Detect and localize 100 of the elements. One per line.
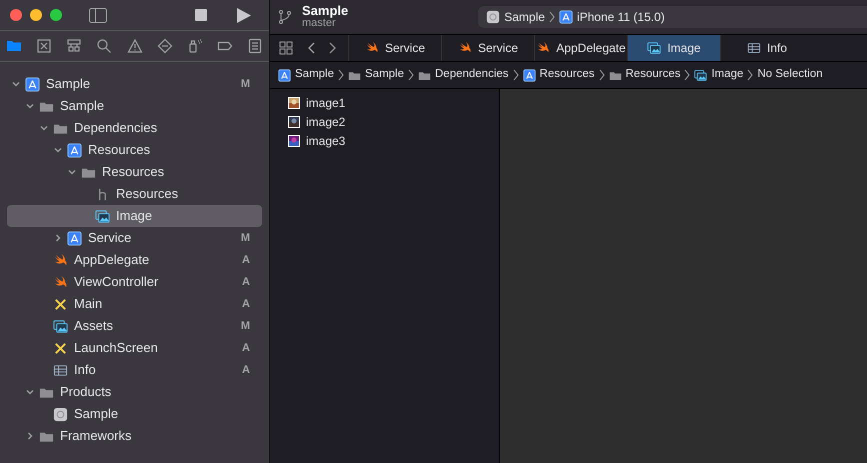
image-set-icon bbox=[95, 208, 110, 224]
breadcrumb-item[interactable]: Sample bbox=[278, 66, 334, 84]
swift-icon bbox=[53, 252, 68, 268]
disclosure-icon[interactable] bbox=[39, 123, 49, 133]
tree-row[interactable]: Resources bbox=[7, 139, 262, 161]
swift-icon bbox=[536, 41, 550, 55]
zoom-button[interactable] bbox=[50, 9, 62, 21]
editor-tab[interactable]: Service bbox=[441, 35, 534, 61]
breadcrumb-item[interactable]: Sample bbox=[348, 66, 404, 84]
tree-row[interactable]: Sample M bbox=[7, 73, 262, 95]
tree-row[interactable]: AppDelegate A bbox=[7, 249, 262, 271]
image-set-icon bbox=[53, 318, 68, 334]
tree-row[interactable]: Image bbox=[7, 205, 262, 227]
folder-icon[interactable] bbox=[6, 38, 22, 54]
forward-icon[interactable] bbox=[328, 42, 336, 54]
disclosure-icon[interactable] bbox=[25, 431, 35, 441]
tree-row[interactable]: Info A bbox=[7, 359, 262, 381]
item-name: Service bbox=[88, 229, 132, 248]
editor-tab[interactable]: Info bbox=[720, 35, 813, 61]
disclosure-icon[interactable] bbox=[67, 167, 77, 177]
item-name: Assets bbox=[74, 317, 114, 336]
report-icon[interactable] bbox=[247, 38, 263, 54]
tree-row[interactable]: Dependencies bbox=[7, 117, 262, 139]
project-icon bbox=[25, 76, 40, 92]
item-name: Sample bbox=[60, 97, 106, 116]
status-letter: A bbox=[242, 362, 250, 378]
tree-row[interactable]: Assets M bbox=[7, 315, 262, 337]
breadcrumb-item[interactable]: Resources bbox=[522, 66, 594, 84]
grid-icon[interactable] bbox=[279, 41, 293, 55]
project-icon bbox=[67, 142, 82, 158]
disclosure-icon[interactable] bbox=[11, 79, 21, 89]
item-name: Sample bbox=[46, 75, 92, 94]
tree-row[interactable]: Service M bbox=[7, 227, 262, 249]
warning-icon[interactable] bbox=[126, 38, 142, 54]
project-icon bbox=[278, 68, 291, 82]
breadcrumb-item[interactable]: Image bbox=[694, 66, 744, 84]
swift-icon bbox=[53, 274, 68, 290]
table-icon bbox=[746, 41, 761, 55]
item-name: AppDelegate bbox=[74, 251, 150, 270]
run-icon[interactable] bbox=[237, 8, 251, 22]
tree-row[interactable]: Main A bbox=[7, 293, 262, 315]
tree-row[interactable]: Resources bbox=[7, 161, 262, 183]
swift-icon bbox=[458, 41, 472, 55]
status-letter: A bbox=[242, 274, 250, 290]
asset-row[interactable]: image3 bbox=[270, 131, 499, 150]
storyboard-icon bbox=[53, 340, 68, 356]
swift-icon bbox=[364, 41, 379, 55]
minimize-button[interactable] bbox=[30, 9, 42, 21]
storyboard-icon bbox=[53, 296, 68, 312]
tree-row[interactable]: LaunchScreen A bbox=[7, 337, 262, 359]
separator-icon bbox=[338, 69, 344, 81]
back-icon[interactable] bbox=[308, 42, 316, 54]
tree-row[interactable]: Sample bbox=[7, 403, 262, 425]
project-title: Sample bbox=[302, 4, 348, 17]
sidebar-toggle-icon[interactable] bbox=[89, 8, 107, 22]
separator-icon bbox=[747, 69, 754, 81]
hierarchy-icon[interactable] bbox=[66, 38, 82, 54]
editor-tab[interactable]: Image bbox=[627, 35, 720, 61]
item-name: Main bbox=[74, 295, 104, 314]
tree-row[interactable]: ViewController A bbox=[7, 271, 262, 293]
item-name: Resources bbox=[116, 185, 180, 204]
breadcrumb-item[interactable]: Resources bbox=[608, 66, 680, 84]
breadcrumb-item[interactable]: No Selection bbox=[757, 66, 823, 84]
item-name: Resources bbox=[88, 141, 152, 160]
separator-icon bbox=[548, 11, 555, 23]
disclosure-icon[interactable] bbox=[53, 145, 63, 155]
spray-can-icon[interactable] bbox=[186, 38, 203, 54]
tree-row[interactable]: Sample bbox=[7, 95, 262, 117]
disclosure-icon[interactable] bbox=[25, 387, 35, 397]
project-icon bbox=[67, 230, 82, 246]
image-set-icon bbox=[694, 68, 708, 82]
separator-icon bbox=[512, 69, 519, 81]
app-icon bbox=[486, 10, 500, 24]
status-letter: A bbox=[242, 340, 250, 356]
project-icon bbox=[558, 10, 573, 24]
breadcrumb-item[interactable]: Dependencies bbox=[418, 66, 509, 84]
item-name: Frameworks bbox=[60, 427, 133, 446]
editor-tab[interactable]: Service bbox=[348, 35, 441, 61]
tree-row[interactable]: Frameworks bbox=[7, 425, 262, 447]
asset-row[interactable]: image1 bbox=[270, 93, 499, 112]
branch-name: master bbox=[302, 17, 336, 30]
tree-row[interactable]: Resources bbox=[7, 183, 262, 205]
asset-row[interactable]: image2 bbox=[270, 112, 499, 131]
status-letter: A bbox=[242, 296, 250, 312]
disclosure-icon[interactable] bbox=[25, 101, 35, 111]
project-icon bbox=[522, 68, 536, 82]
item-name: Sample bbox=[74, 405, 120, 424]
tree-row[interactable]: Products bbox=[7, 381, 262, 403]
close-button[interactable] bbox=[10, 9, 22, 21]
separator-icon bbox=[598, 69, 604, 81]
item-name: LaunchScreen bbox=[74, 339, 159, 358]
image-set-icon bbox=[647, 41, 662, 55]
scheme-selector[interactable]: Sample iPhone 11 (15.0) bbox=[478, 6, 867, 28]
app-icon bbox=[53, 406, 68, 422]
table-icon bbox=[53, 362, 68, 378]
separator-icon bbox=[408, 69, 414, 81]
separator-icon bbox=[684, 69, 690, 81]
diamond-icon[interactable] bbox=[156, 38, 173, 54]
disclosure-icon[interactable] bbox=[53, 233, 63, 243]
search-icon[interactable] bbox=[96, 38, 112, 54]
